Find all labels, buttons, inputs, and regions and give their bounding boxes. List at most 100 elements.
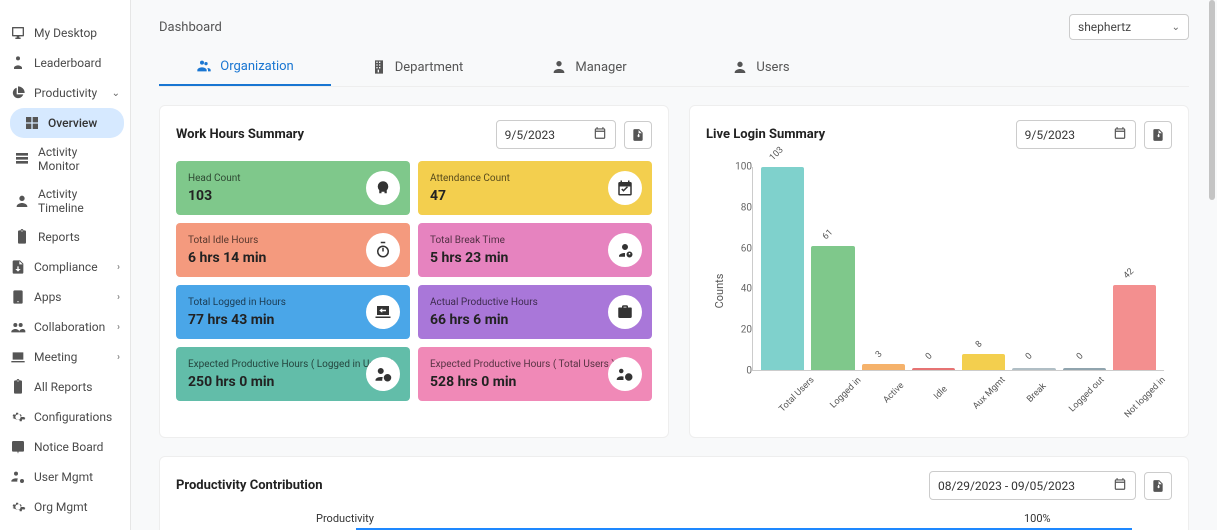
phone-icon bbox=[10, 289, 26, 305]
stat-card-expected-productive-hours-logged-in-users-: Expected Productive Hours ( Logged in Us… bbox=[176, 347, 410, 401]
chevron-icon: › bbox=[117, 322, 120, 333]
productivity-date-range-input[interactable]: 08/29/2023 - 09/05/2023 bbox=[929, 471, 1136, 500]
stat-card-total-logged-in-hours: Total Logged in Hours77 hrs 43 min bbox=[176, 285, 410, 339]
sidebar-item-activity-monitor[interactable]: Activity Monitor bbox=[0, 138, 130, 180]
work-hours-date-input[interactable]: 9/5/2023 bbox=[496, 120, 616, 149]
users-gear-icon bbox=[10, 469, 26, 485]
chart-bar-value: 61 bbox=[821, 228, 835, 242]
chevron-icon: ⌄ bbox=[112, 88, 120, 99]
calendar-check-icon bbox=[608, 171, 642, 205]
gear-icon bbox=[10, 499, 26, 515]
tab-department[interactable]: Department bbox=[331, 48, 503, 86]
chart-bar: 0 bbox=[1063, 167, 1106, 370]
productivity-contribution-panel: Productivity Contribution 08/29/2023 - 0… bbox=[159, 456, 1189, 530]
live-login-date-input[interactable]: 9/5/2023 bbox=[1016, 120, 1136, 149]
page-title: Dashboard bbox=[159, 20, 222, 35]
work-hours-panel: Work Hours Summary 9/5/2023 Head bbox=[159, 105, 669, 438]
sidebar-item-label: Productivity bbox=[34, 86, 97, 100]
stat-card-expected-productive-hours-total-users-: Expected Productive Hours ( Total Users … bbox=[418, 347, 652, 401]
chart-ytick: 40 bbox=[741, 284, 752, 295]
org-icon bbox=[196, 58, 212, 74]
meeting-icon bbox=[10, 349, 26, 365]
download-button[interactable] bbox=[1144, 121, 1172, 149]
live-login-panel: Live Login Summary 9/5/2023 bbox=[689, 105, 1189, 438]
productivity-title: Productivity Contribution bbox=[176, 478, 322, 493]
head-icon bbox=[366, 171, 400, 205]
sidebar-item-label: Apps bbox=[34, 290, 62, 304]
sidebar-item-label: Notice Board bbox=[34, 440, 103, 454]
sidebar-item-label: My Desktop bbox=[34, 26, 97, 40]
chart-bar: 103 bbox=[761, 167, 804, 370]
sidebar-item-label: Overview bbox=[48, 116, 97, 130]
chart-bar: 61 bbox=[811, 167, 854, 370]
gear-icon bbox=[10, 409, 26, 425]
sidebar-item-compliance[interactable]: Compliance› bbox=[0, 252, 130, 282]
stat-card-attendance-count: Attendance Count47 bbox=[418, 161, 652, 215]
login-screen-icon bbox=[366, 295, 400, 329]
sidebar-item-all-reports[interactable]: All Reports bbox=[0, 372, 130, 402]
chart-bar-value: 3 bbox=[874, 349, 885, 360]
users-clock-icon bbox=[608, 357, 642, 391]
pie-icon bbox=[10, 85, 26, 101]
tab-label: Organization bbox=[220, 59, 293, 74]
sidebar-item-label: Reports bbox=[38, 230, 80, 244]
chart-bar-value: 0 bbox=[924, 351, 935, 362]
chevron-icon: › bbox=[117, 292, 120, 303]
sidebar-item-apps[interactable]: Apps › bbox=[0, 282, 130, 312]
chevron-icon: › bbox=[117, 352, 120, 363]
org-selector-value: shephertz bbox=[1078, 20, 1131, 34]
sidebar-item-productivity[interactable]: Productivity ⌄ bbox=[0, 78, 130, 108]
sidebar-item-my-desktop[interactable]: My Desktop bbox=[0, 18, 130, 48]
sidebar-item-label: Meeting bbox=[34, 350, 77, 364]
org-selector[interactable]: shephertz ⌄ bbox=[1069, 14, 1189, 40]
activity-icon bbox=[14, 151, 30, 167]
collab-icon bbox=[10, 319, 26, 335]
chart-ytick: 80 bbox=[741, 202, 752, 213]
sidebar-item-leaderboard[interactable]: Leaderboard bbox=[0, 48, 130, 78]
chart-bar: 42 bbox=[1113, 167, 1156, 370]
chart-bar-value: 8 bbox=[974, 339, 985, 350]
sidebar-item-user-mgmt[interactable]: User Mgmt bbox=[0, 462, 130, 492]
sidebar-item-org-mgmt[interactable]: Org Mgmt bbox=[0, 492, 130, 522]
chart-bar-value: 0 bbox=[1024, 351, 1035, 362]
chevron-down-icon: ⌄ bbox=[1172, 22, 1180, 33]
stat-card-actual-productive-hours: Actual Productive Hours66 hrs 6 min bbox=[418, 285, 652, 339]
download-button[interactable] bbox=[624, 121, 652, 149]
user-clock-icon bbox=[366, 357, 400, 391]
chart-ytick: 60 bbox=[741, 243, 752, 254]
sidebar-item-configurations[interactable]: Configurations bbox=[0, 402, 130, 432]
sidebar-item-label: Compliance bbox=[34, 260, 98, 274]
sidebar-item-label: Configurations bbox=[34, 410, 112, 424]
sidebar-item-label: Org Mgmt bbox=[34, 500, 88, 514]
live-login-chart: Counts 020406080100 103613080042 Total U… bbox=[706, 161, 1172, 421]
stat-card-total-idle-hours: Total Idle Hours6 hrs 14 min bbox=[176, 223, 410, 277]
leader-icon bbox=[10, 55, 26, 71]
chart-ytick: 20 bbox=[741, 325, 752, 336]
break-user-icon bbox=[608, 233, 642, 267]
building-icon bbox=[371, 59, 387, 75]
productivity-row: Productivity100% bbox=[196, 512, 1152, 530]
clipboard-icon bbox=[14, 229, 30, 245]
tab-label: Department bbox=[395, 60, 464, 75]
stat-card-head-count: Head Count103 bbox=[176, 161, 410, 215]
tab-users[interactable]: Users bbox=[675, 48, 847, 86]
download-button[interactable] bbox=[1144, 472, 1172, 500]
vertical-scrollbar[interactable] bbox=[1209, 0, 1215, 530]
tab-manager[interactable]: Manager bbox=[503, 48, 675, 86]
sidebar-item-reports[interactable]: Reports bbox=[0, 222, 130, 252]
briefcase-icon bbox=[608, 295, 642, 329]
productivity-row-label: Productivity bbox=[316, 512, 374, 525]
sidebar-item-notice-board[interactable]: Notice Board bbox=[0, 432, 130, 462]
stopwatch-icon bbox=[366, 233, 400, 267]
chart-bar: 0 bbox=[1012, 167, 1055, 370]
board-icon bbox=[10, 439, 26, 455]
sidebar-item-activity-timeline[interactable]: Activity Timeline bbox=[0, 180, 130, 222]
sidebar-item-overview[interactable]: Overview bbox=[10, 108, 124, 138]
chart-y-label: Counts bbox=[713, 274, 726, 309]
tab-label: Manager bbox=[575, 60, 626, 75]
sidebar-item-meeting[interactable]: Meeting › bbox=[0, 342, 130, 372]
main-content: Dashboard shephertz ⌄ Organization Depart… bbox=[131, 0, 1217, 530]
tab-organization[interactable]: Organization bbox=[159, 48, 331, 86]
sidebar-item-collaboration[interactable]: Collaboration › bbox=[0, 312, 130, 342]
sidebar-item-label: Collaboration bbox=[34, 320, 105, 334]
